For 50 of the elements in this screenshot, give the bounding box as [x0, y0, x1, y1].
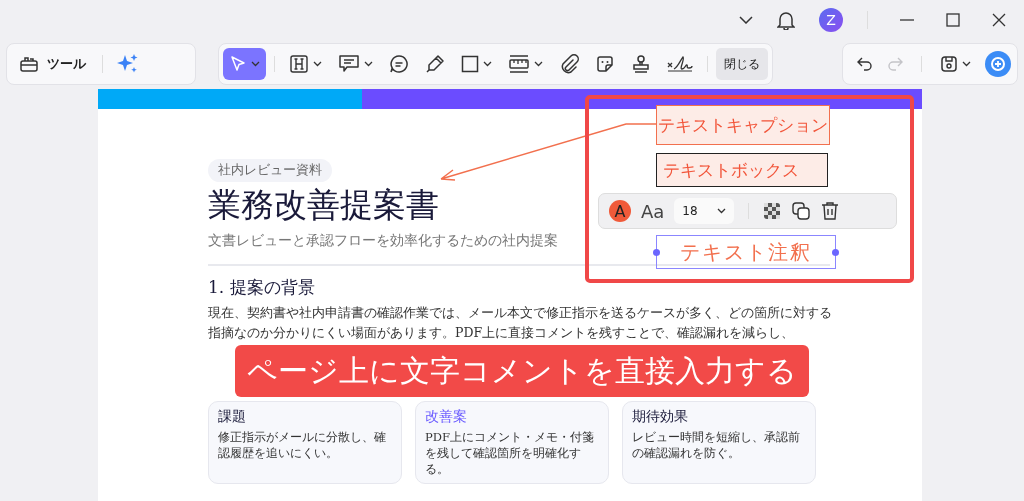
- text-caption[interactable]: テキストキャプション: [656, 105, 830, 145]
- save-icon[interactable]: [940, 55, 958, 73]
- font-size-select[interactable]: 18: [674, 198, 735, 224]
- speech-bubble-icon: [389, 54, 409, 74]
- caret-icon[interactable]: [962, 61, 971, 67]
- undo-icon[interactable]: [857, 57, 873, 71]
- text-annotation[interactable]: テキスト注釈: [656, 235, 836, 269]
- caret-icon: [483, 61, 492, 67]
- square-icon: [461, 55, 479, 73]
- card-heading: 課題: [218, 408, 247, 426]
- stamp-icon: [631, 54, 651, 74]
- comment-icon: [338, 53, 360, 75]
- signature-icon: [667, 55, 693, 73]
- text-box[interactable]: テキストボックス: [656, 153, 828, 187]
- card-text: レビュー時間を短縮し、承認前の確認漏れを防ぐ。: [632, 429, 801, 461]
- card-heading: 改善案: [425, 408, 468, 426]
- tools-button[interactable]: ツール: [15, 48, 90, 80]
- caption-banner: ページ上に文字コメントを直接入力する: [235, 345, 809, 397]
- section-heading: 1. 提案の背景: [208, 276, 315, 299]
- toolbox-icon: [19, 55, 39, 73]
- caret-icon: [534, 61, 543, 67]
- sticker-icon: [595, 54, 615, 74]
- paperclip-icon: [559, 54, 579, 74]
- caret-icon: [251, 61, 260, 67]
- trash-icon[interactable]: [821, 201, 840, 221]
- user-avatar[interactable]: Z: [819, 8, 843, 32]
- text-color-button[interactable]: A: [609, 200, 631, 222]
- opacity-icon[interactable]: [763, 202, 782, 220]
- card-text: 修正指示がメールに分散し、確認履歴を追いにくい。: [218, 429, 387, 461]
- font-button[interactable]: Aa: [641, 200, 665, 222]
- copy-icon[interactable]: [791, 201, 812, 221]
- card-text: PDF上にコメント・メモ・付箋を残して確認箇所を明確化する。: [425, 429, 595, 477]
- pen-icon: [425, 54, 445, 74]
- chevron-down-icon[interactable]: [739, 16, 753, 24]
- bell-icon[interactable]: [777, 10, 795, 30]
- maximize-icon[interactable]: [946, 13, 960, 27]
- close-button[interactable]: 閉じる: [716, 48, 768, 80]
- card-heading: 期待効果: [632, 408, 689, 426]
- caret-icon: [364, 61, 373, 67]
- close-icon[interactable]: [992, 13, 1006, 27]
- caret-icon: [313, 61, 322, 67]
- ruler-icon: [508, 54, 530, 74]
- document-title: 業務改善提案書: [208, 184, 439, 226]
- chevron-down-icon: [717, 208, 727, 214]
- assistant-logo-icon[interactable]: [985, 51, 1011, 77]
- heading-icon: [289, 54, 309, 74]
- document-subtitle: 文書レビューと承認フローを効率化するための社内提案: [208, 232, 558, 250]
- cursor-icon: [229, 55, 247, 73]
- body-paragraph: 現在、契約書や社内申請書の確認作業では、メール本文で修正指示を送るケースが多く、どの箇所に対する指摘なのか分かりにくい場面があります。PDF上に直接コメントを残すことで、確認漏れを減らし、: [208, 304, 833, 342]
- document-tag: 社内レビュー資料: [208, 159, 332, 182]
